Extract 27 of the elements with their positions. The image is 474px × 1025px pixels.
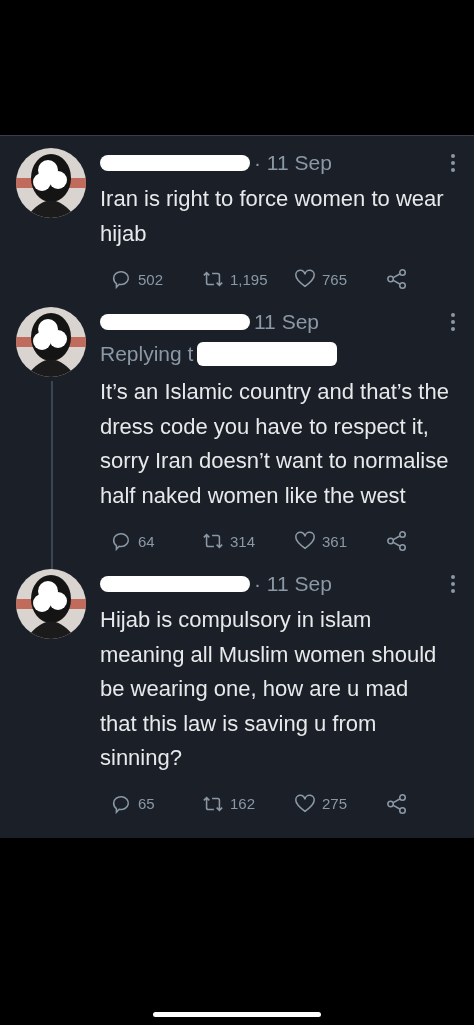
tweet-text: Hijab is compulsory in islam meaning all Muslim women should be wearing one, how are u mad that this law is saving u from sinning?: [100, 606, 438, 772]
heart-icon[interactable]: [294, 268, 316, 290]
retweet-count: 162: [230, 795, 256, 812]
reply-icon[interactable]: [110, 530, 132, 552]
tweet-text: It’s an Islamic country and that’s the dress code you have to respect it, sorry Iran doesn’t want to normalise half naked women like the west: [100, 378, 450, 510]
more-options-icon[interactable]: [450, 574, 456, 594]
like-count: 361: [322, 532, 348, 550]
share-icon[interactable]: [386, 530, 408, 552]
heart-icon[interactable]: [294, 792, 316, 815]
reply-count: 64: [138, 532, 155, 550]
reply-icon[interactable]: [110, 268, 132, 290]
retweet-count: 314: [230, 532, 256, 550]
tweet-date: · 11 Sep: [254, 572, 332, 596]
more-options-icon[interactable]: [450, 312, 456, 332]
tweet-text: Iran is right to force women to wear hijab: [100, 185, 445, 248]
share-icon[interactable]: [386, 268, 408, 290]
like-count: 765: [322, 270, 348, 288]
reply-count: 65: [138, 795, 155, 812]
tweet-date: · 11 Sep: [254, 151, 332, 175]
replying-to-label: Replying t: [100, 342, 194, 366]
heart-icon[interactable]: [294, 530, 316, 552]
like-count: 275: [322, 795, 348, 812]
reply-count: 502: [138, 270, 164, 288]
more-options-icon[interactable]: [450, 153, 456, 173]
retweet-count: 1,195: [230, 270, 268, 288]
tweet-date: 11 Sep: [254, 310, 319, 334]
share-icon[interactable]: [386, 792, 408, 815]
